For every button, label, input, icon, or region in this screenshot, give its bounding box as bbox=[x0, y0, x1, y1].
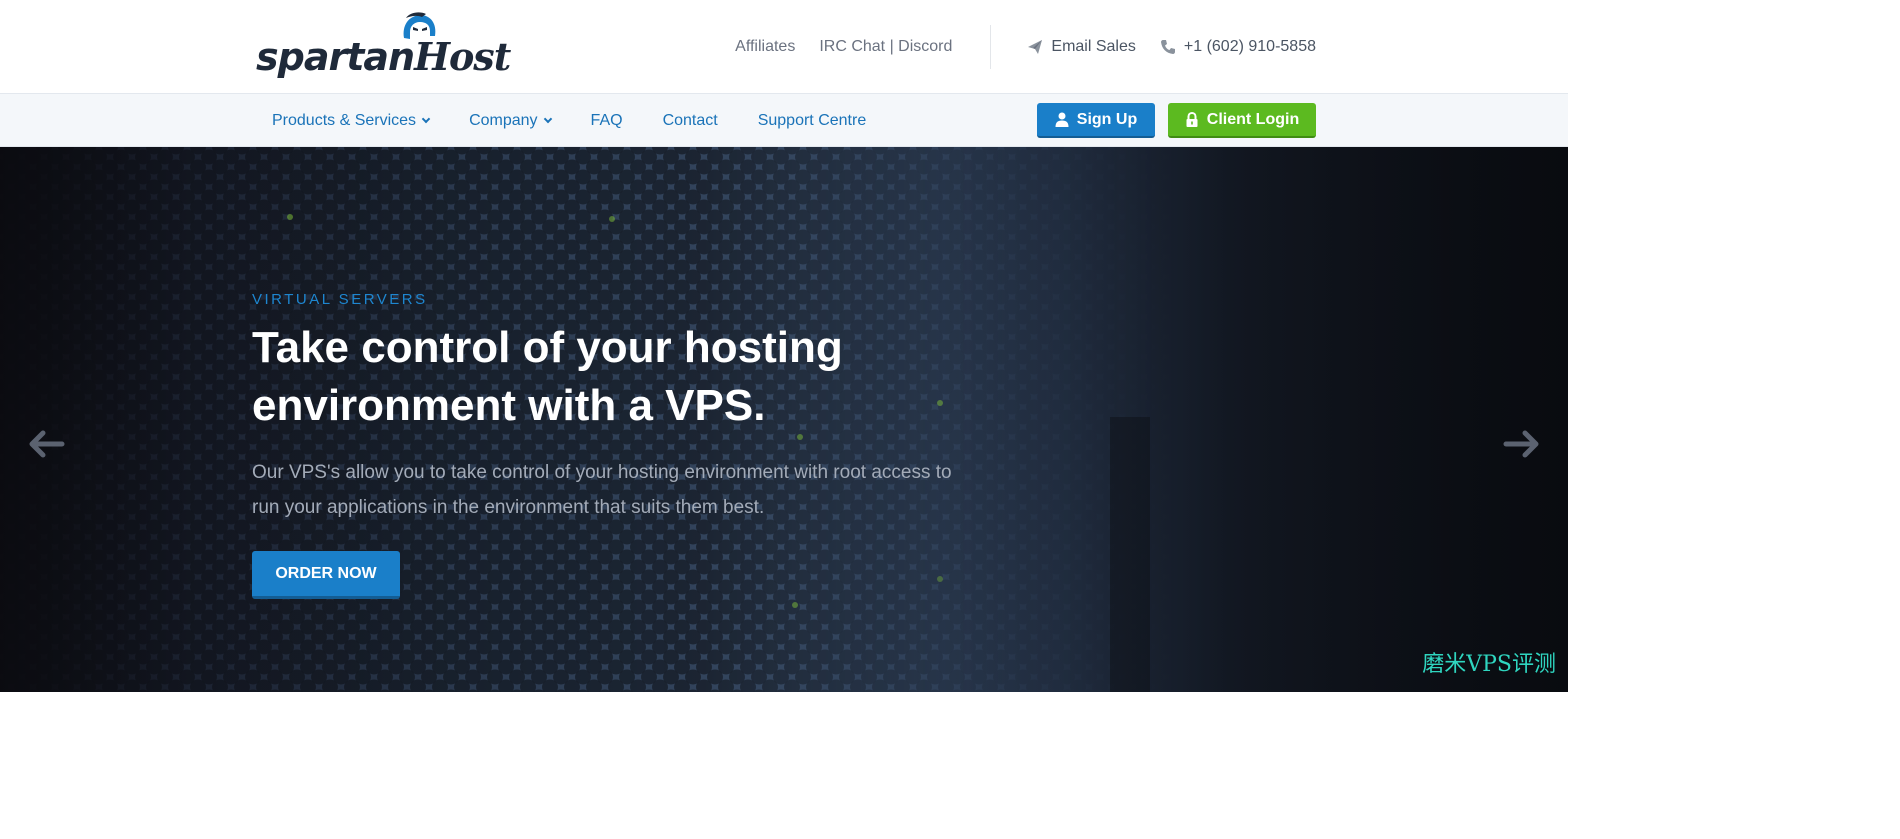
nav-item-label: Products & Services bbox=[272, 111, 417, 129]
nav-links: Products & Services Company FAQ Contact … bbox=[272, 94, 906, 147]
arrow-right-icon[interactable] bbox=[1503, 430, 1539, 458]
user-icon bbox=[1055, 112, 1069, 127]
phone-number: +1 (602) 910-5858 bbox=[1183, 38, 1316, 55]
phone-icon bbox=[1160, 40, 1175, 54]
phone-link[interactable]: +1 (602) 910-5858 bbox=[1160, 38, 1316, 56]
irc-discord-link[interactable]: IRC Chat | Discord bbox=[819, 38, 952, 56]
top-links: Affiliates IRC Chat | Discord Email Sale… bbox=[711, 0, 1316, 94]
sign-up-button[interactable]: Sign Up bbox=[1037, 103, 1155, 138]
nav-item-faq[interactable]: FAQ bbox=[591, 112, 623, 130]
client-login-label: Client Login bbox=[1206, 110, 1300, 128]
divider bbox=[990, 25, 992, 69]
paper-plane-icon bbox=[1028, 40, 1043, 54]
arrow-left-icon[interactable] bbox=[29, 430, 65, 458]
nav-item-label: FAQ bbox=[590, 111, 623, 129]
nav-item-contact[interactable]: Contact bbox=[663, 112, 718, 130]
logo[interactable]: spartanHost bbox=[256, 12, 511, 79]
affiliates-link[interactable]: Affiliates bbox=[735, 38, 795, 56]
hero-subtext: Our VPS's allow you to take control of y… bbox=[252, 462, 952, 518]
hero-kicker: VIRTUAL SERVERS bbox=[252, 291, 428, 308]
hero-slider: VIRTUAL SERVERS Take control of your hos… bbox=[0, 147, 1568, 692]
nav-item-company[interactable]: Company bbox=[469, 111, 552, 130]
top-bar: spartanHost Affiliates IRC Chat | Discor… bbox=[0, 0, 1568, 94]
logo-text-spartan: spartan bbox=[256, 35, 415, 79]
chevron-down-icon bbox=[421, 114, 431, 124]
sign-up-label: Sign Up bbox=[1076, 110, 1138, 128]
nav-item-label: Company bbox=[469, 111, 538, 129]
logo-text-host: Host bbox=[414, 34, 511, 79]
chevron-down-icon bbox=[543, 114, 552, 124]
nav-item-label: Contact bbox=[662, 111, 718, 129]
client-login-button[interactable]: Client Login bbox=[1168, 103, 1316, 138]
nav-item-label: Support Centre bbox=[757, 111, 867, 129]
order-now-button[interactable]: ORDER NOW bbox=[252, 551, 400, 599]
watermark: 磨米VPS评测 bbox=[1422, 652, 1556, 677]
lock-icon bbox=[1186, 112, 1198, 127]
nav-item-support-centre[interactable]: Support Centre bbox=[758, 112, 867, 130]
nav-item-products-services[interactable]: Products & Services bbox=[272, 111, 431, 130]
email-sales-label: Email Sales bbox=[1051, 38, 1136, 55]
main-nav: Products & Services Company FAQ Contact … bbox=[0, 94, 1568, 147]
email-sales-link[interactable]: Email Sales bbox=[1027, 38, 1136, 56]
hero-headline: Take control of your hosting environment… bbox=[252, 323, 843, 430]
